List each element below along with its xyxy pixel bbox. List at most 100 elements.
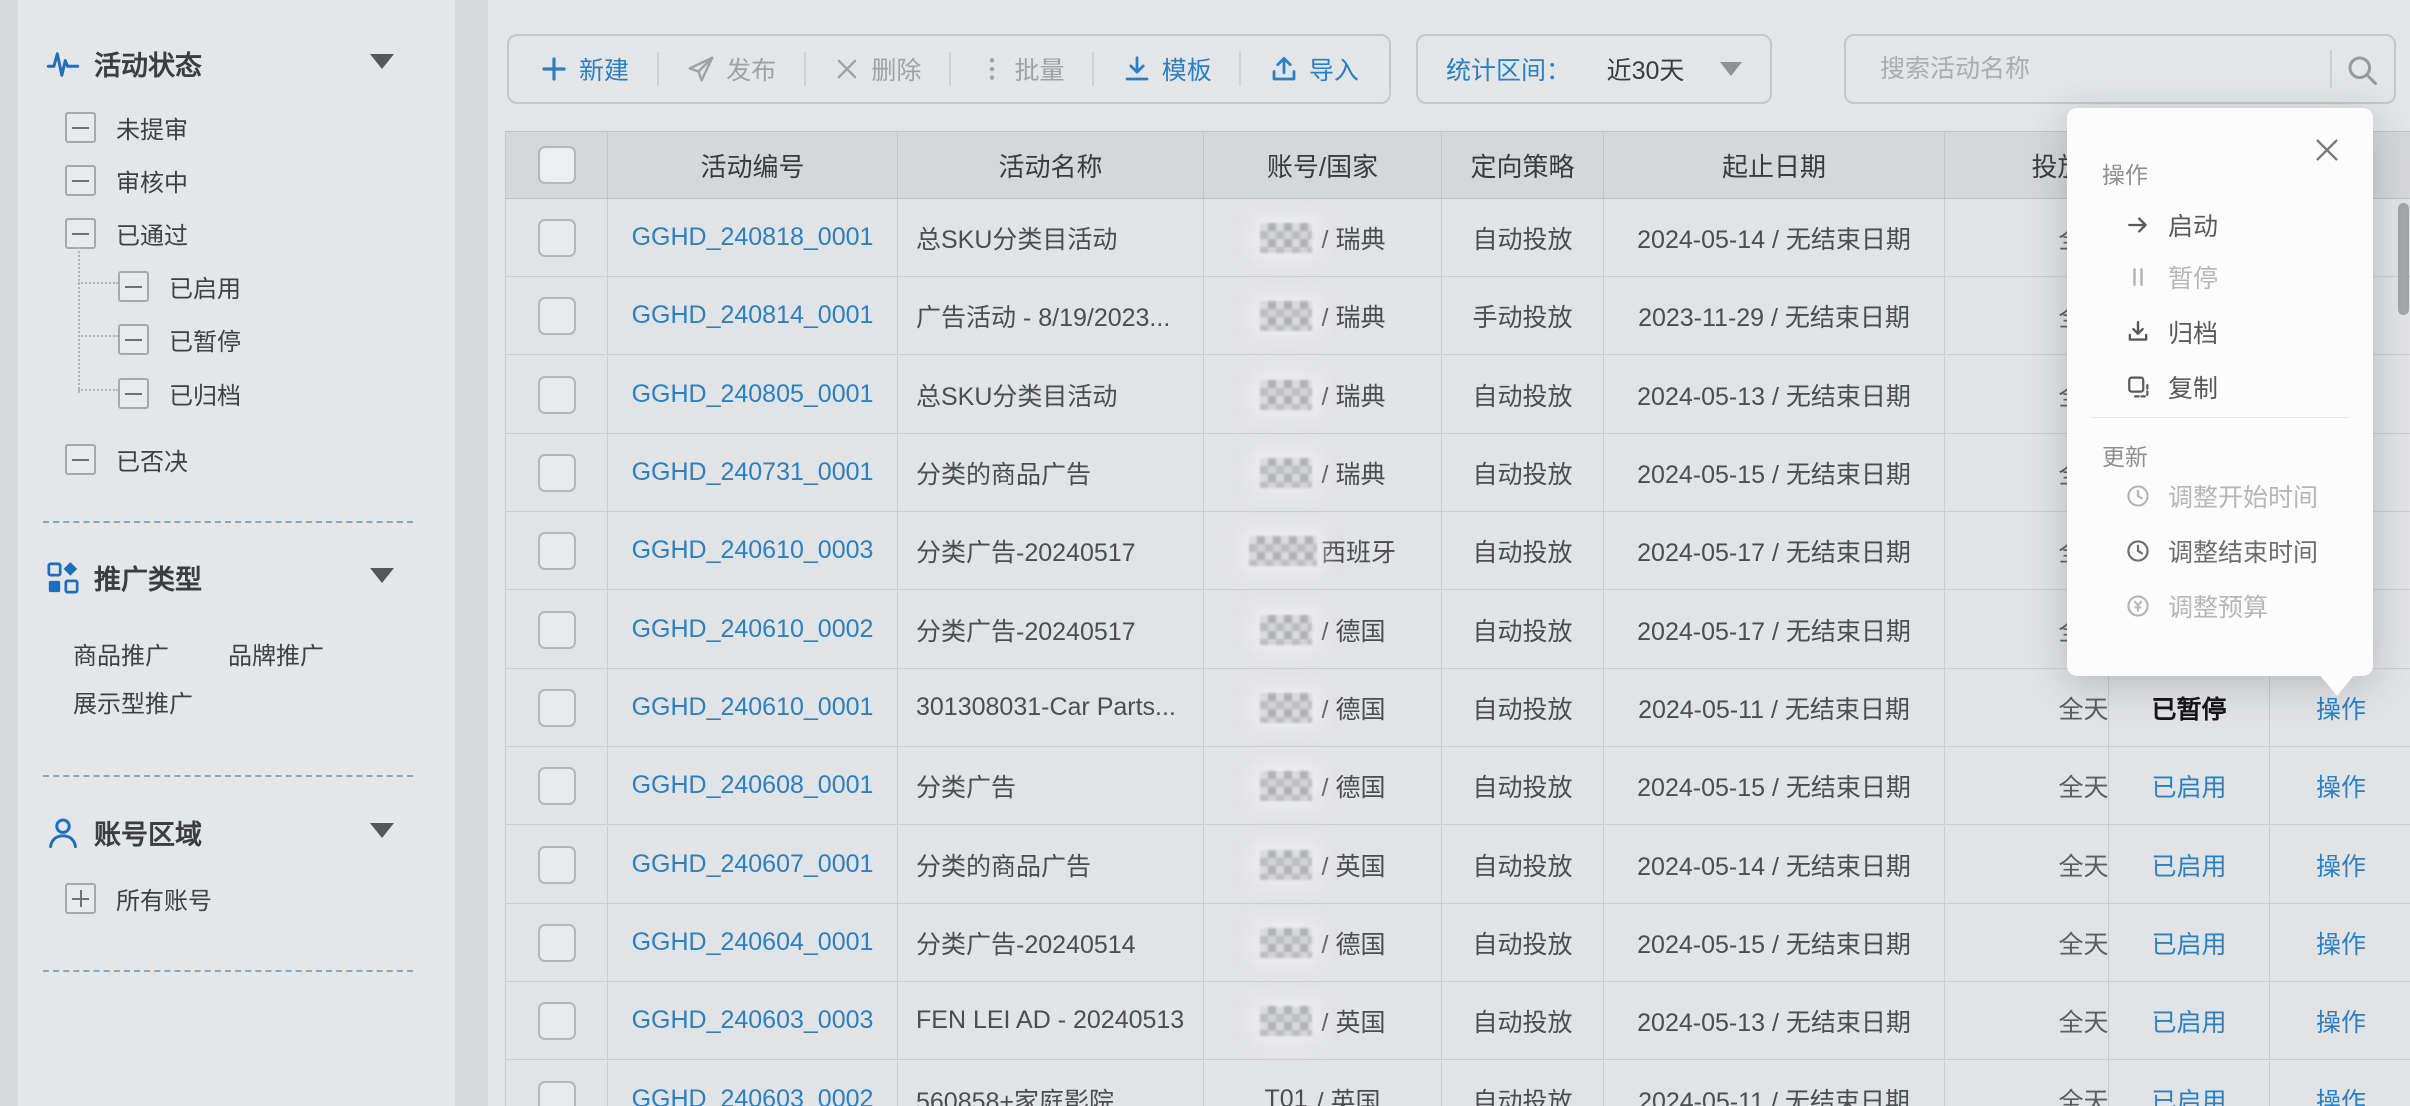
stats-interval-dropdown[interactable]: 统计区间： 近30天 bbox=[1416, 34, 1772, 104]
new-campaign-button[interactable]: 新建 bbox=[539, 51, 629, 87]
row-actions-link[interactable]: 操作 bbox=[2316, 1003, 2366, 1039]
tree-item-label[interactable]: 已暂停 bbox=[169, 322, 241, 357]
status-badge-paused: 已暂停 bbox=[2109, 669, 2270, 746]
row-actions-link[interactable]: 操作 bbox=[2316, 847, 2366, 883]
campaign-name: 总SKU分类目活动 bbox=[916, 220, 1117, 256]
collapse-caret-icon[interactable] bbox=[370, 568, 394, 583]
sidebar-item-unsubmitted[interactable]: 未提审 bbox=[65, 110, 188, 145]
campaign-id-link[interactable]: GGHD_240603_0002 bbox=[632, 1085, 874, 1106]
tree-minus-icon[interactable] bbox=[65, 112, 96, 143]
sidebar-item-all-accounts[interactable]: 所有账号 bbox=[65, 881, 212, 916]
collapse-caret-icon[interactable] bbox=[370, 823, 394, 838]
menu-item-archive[interactable]: 归档 bbox=[2124, 314, 2218, 350]
menu-item-adjust-budget: 调整预算 bbox=[2124, 588, 2268, 624]
campaign-id-link[interactable]: GGHD_240731_0001 bbox=[632, 458, 874, 487]
tree-minus-icon[interactable] bbox=[65, 218, 96, 249]
row-checkbox[interactable] bbox=[538, 767, 576, 805]
tree-item-label[interactable]: 已归档 bbox=[169, 376, 241, 411]
tree-minus-icon[interactable] bbox=[118, 271, 149, 302]
tree-minus-icon[interactable] bbox=[65, 165, 96, 196]
vertical-scrollbar-thumb[interactable] bbox=[2398, 203, 2409, 315]
close-icon[interactable] bbox=[2311, 134, 2343, 166]
tree-item-label[interactable]: 已通过 bbox=[116, 216, 188, 251]
sidebar-item-archived[interactable]: 已归档 bbox=[118, 376, 241, 411]
section-divider bbox=[43, 775, 413, 777]
section-divider bbox=[43, 970, 413, 972]
sidebar-item-rejected[interactable]: 已否决 bbox=[65, 442, 188, 477]
delete-button[interactable]: 删除 bbox=[833, 51, 921, 87]
campaign-id-link[interactable]: GGHD_240610_0001 bbox=[632, 693, 874, 722]
account-name: T01 bbox=[1265, 1085, 1308, 1106]
sidebar-item-approved[interactable]: 已通过 bbox=[65, 216, 188, 251]
tree-plus-icon[interactable] bbox=[65, 883, 96, 914]
import-button[interactable]: 导入 bbox=[1269, 51, 1359, 87]
delivery-schedule: 全天 bbox=[2058, 1082, 2108, 1106]
tree-minus-icon[interactable] bbox=[118, 378, 149, 409]
date-range: 2024-05-11 / 无结束日期 bbox=[1638, 690, 1910, 726]
campaign-id-link[interactable]: GGHD_240805_0001 bbox=[632, 380, 874, 409]
country-label: / 德国 bbox=[1322, 690, 1386, 726]
batch-button[interactable]: 批量 bbox=[979, 51, 1065, 87]
campaign-id-link[interactable]: GGHD_240608_0001 bbox=[632, 771, 874, 800]
tag-product-promotion[interactable]: 商品推广 bbox=[73, 636, 169, 671]
toolbar-divider bbox=[1092, 52, 1094, 86]
campaign-id-link[interactable]: GGHD_240610_0003 bbox=[632, 536, 874, 565]
row-actions-link[interactable]: 操作 bbox=[2316, 925, 2366, 961]
sidebar-item-paused[interactable]: 已暂停 bbox=[118, 322, 241, 357]
template-button[interactable]: 模板 bbox=[1122, 51, 1212, 87]
sidebar-item-enabled[interactable]: 已启用 bbox=[118, 269, 241, 304]
campaign-id-link[interactable]: GGHD_240818_0001 bbox=[632, 223, 874, 252]
row-checkbox[interactable] bbox=[538, 297, 576, 335]
campaign-id-link[interactable]: GGHD_240610_0002 bbox=[632, 615, 874, 644]
section-title: 活动状态 bbox=[94, 44, 202, 83]
row-checkbox[interactable] bbox=[538, 454, 576, 492]
menu-item-adjust-end-time[interactable]: 调整结束时间 bbox=[2124, 533, 2318, 569]
country-label: / 英国 bbox=[1322, 847, 1386, 883]
censored-account-mosaic bbox=[1260, 693, 1312, 723]
collapse-caret-icon[interactable] bbox=[370, 54, 394, 69]
campaign-id-link[interactable]: GGHD_240603_0003 bbox=[632, 1006, 874, 1035]
plus-icon bbox=[539, 54, 569, 84]
tree-item-label[interactable]: 审核中 bbox=[116, 163, 188, 198]
country-label: / 英国 bbox=[1317, 1082, 1381, 1106]
publish-button[interactable]: 发布 bbox=[686, 51, 776, 87]
tag-brand-promotion[interactable]: 品牌推广 bbox=[228, 636, 324, 671]
row-checkbox[interactable] bbox=[538, 924, 576, 962]
campaign-id-link[interactable]: GGHD_240604_0001 bbox=[632, 928, 874, 957]
tree-item-label[interactable]: 未提审 bbox=[116, 110, 188, 145]
tag-display-promotion[interactable]: 展示型推广 bbox=[73, 684, 193, 719]
tree-minus-icon[interactable] bbox=[65, 444, 96, 475]
tree-item-label[interactable]: 已否决 bbox=[116, 442, 188, 477]
campaign-name: 301308031-Car Parts... bbox=[916, 693, 1176, 722]
search-input[interactable] bbox=[1846, 36, 2394, 102]
row-checkbox[interactable] bbox=[538, 219, 576, 257]
campaign-id-link[interactable]: GGHD_240814_0001 bbox=[632, 301, 874, 330]
tree-minus-icon[interactable] bbox=[118, 324, 149, 355]
search-icon[interactable] bbox=[2344, 52, 2380, 88]
country-label: / 德国 bbox=[1322, 612, 1386, 648]
row-checkbox[interactable] bbox=[538, 376, 576, 414]
row-checkbox[interactable] bbox=[538, 1002, 576, 1040]
header-checkbox-cell bbox=[506, 132, 608, 198]
row-actions-link[interactable]: 操作 bbox=[2316, 768, 2366, 804]
row-checkbox[interactable] bbox=[538, 532, 576, 570]
censored-account-mosaic bbox=[1260, 928, 1312, 958]
row-checkbox[interactable] bbox=[538, 689, 576, 727]
tree-item-label[interactable]: 所有账号 bbox=[116, 881, 212, 916]
sidebar-item-in-review[interactable]: 审核中 bbox=[65, 163, 188, 198]
status-badge-enabled: 已启用 bbox=[2109, 904, 2270, 981]
pulse-icon bbox=[46, 47, 80, 81]
row-checkbox[interactable] bbox=[538, 846, 576, 884]
pause-icon bbox=[2124, 263, 2152, 291]
campaign-id-link[interactable]: GGHD_240607_0001 bbox=[632, 850, 874, 879]
select-all-checkbox[interactable] bbox=[538, 146, 576, 184]
menu-item-copy[interactable]: 复制 bbox=[2124, 369, 2218, 405]
row-checkbox[interactable] bbox=[538, 611, 576, 649]
menu-item-start[interactable]: 启动 bbox=[2124, 207, 2218, 243]
tree-item-label[interactable]: 已启用 bbox=[169, 269, 241, 304]
popup-section-update: 更新 bbox=[2102, 438, 2148, 472]
table-row: GGHD_240610_0001 301308031-Car Parts... … bbox=[506, 669, 2222, 747]
row-actions-link[interactable]: 操作 bbox=[2316, 1082, 2366, 1106]
row-checkbox[interactable] bbox=[538, 1081, 576, 1106]
section-title: 账号区域 bbox=[94, 813, 202, 852]
